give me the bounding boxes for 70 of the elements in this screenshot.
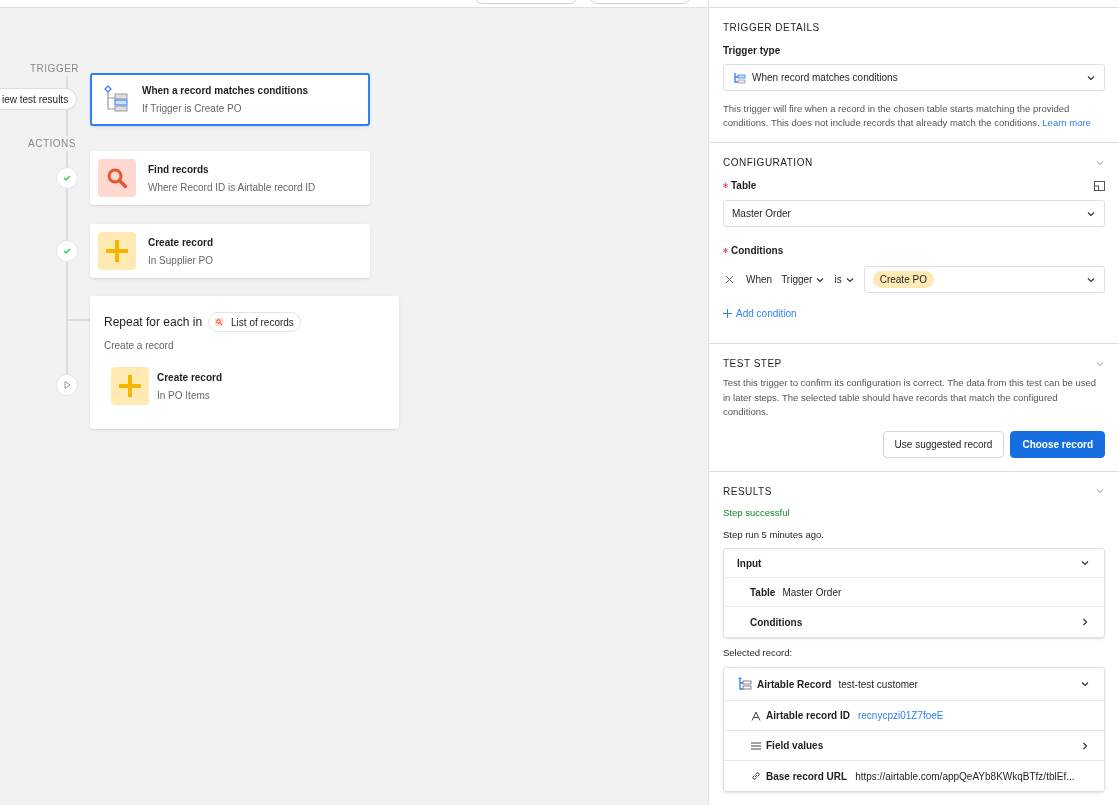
trigger-icon xyxy=(104,84,130,115)
learn-more-link[interactable]: Learn more xyxy=(1042,117,1091,128)
loop-card[interactable]: Repeat for each in List of records Create a record Create record In PO Items xyxy=(90,296,399,429)
conditions-row[interactable]: Conditions xyxy=(750,614,803,630)
field-key: Airtable record ID xyxy=(766,708,850,724)
step-subtitle: In PO Items xyxy=(157,388,211,403)
step-subtitle: In Supplier PO xyxy=(148,253,214,268)
record-id-link[interactable]: recnycpzi01Z7foeE xyxy=(857,708,944,724)
run-time-text: Step run 5 minutes ago. xyxy=(723,527,825,542)
required-icon xyxy=(723,183,728,188)
step-subtitle: Where Record ID is Airtable record ID xyxy=(148,180,316,195)
record-title: Airtable Record xyxy=(757,677,832,692)
field-label: Conditions xyxy=(731,244,784,258)
loop-title: Repeat for each in xyxy=(104,314,203,331)
field-value: Master Order xyxy=(782,585,842,600)
step-title: Find records xyxy=(148,162,210,177)
table-select[interactable]: Master Order xyxy=(723,200,1105,227)
loop-subtitle: Create a record xyxy=(104,339,175,353)
section-heading: TRIGGER DETAILS xyxy=(723,21,820,35)
field-key: Base record URL xyxy=(766,768,848,784)
chevron-right-icon xyxy=(1080,740,1090,751)
operator-dropdown[interactable]: is xyxy=(834,272,855,287)
plus-icon xyxy=(723,309,732,318)
trigger-icon xyxy=(732,71,746,84)
expand-icon xyxy=(1094,180,1105,191)
value-select[interactable]: Create PO xyxy=(863,266,1105,293)
suggested-record-button[interactable]: Use suggested record xyxy=(882,430,1005,458)
trigger-card[interactable]: When a record matches conditions If Trigger is Create PO xyxy=(90,73,370,126)
trigger-type-select[interactable]: When record matches conditions xyxy=(723,64,1105,91)
status-text: Step successful xyxy=(723,505,791,520)
close-icon xyxy=(723,275,734,284)
description-text: Test this trigger to confirm its configuration is correct. The data from this test can be used in later steps. The selected table should have records that match the configured conditions. xyxy=(723,376,1098,419)
description-text: This trigger will fire when a record in the chosen table starts matching the provided conditions. This does not include records that already match the conditions. Learn more xyxy=(723,102,1092,130)
section-heading: RESULTS xyxy=(723,484,772,499)
step-subtitle: If Trigger is Create PO xyxy=(142,102,243,116)
section-heading: CONFIGURATION xyxy=(723,156,813,170)
section-label: TRIGGER xyxy=(30,61,80,76)
choose-record-button[interactable]: Choose record xyxy=(1010,430,1105,458)
field-key[interactable]: Field values xyxy=(766,738,824,754)
record-name: test-test customer xyxy=(838,677,918,692)
search-icon xyxy=(215,318,224,326)
link-icon xyxy=(751,771,761,782)
field-key: Table xyxy=(750,584,776,600)
step-title: Create record xyxy=(157,370,223,385)
text-field-icon xyxy=(751,710,761,721)
step-card[interactable]: Create record In Supplier PO xyxy=(90,224,370,278)
field-label: Trigger type xyxy=(723,44,782,58)
input-header[interactable]: Input xyxy=(737,555,762,571)
selected-record-label: Selected record: xyxy=(723,646,794,660)
chevron-right-icon xyxy=(1080,617,1090,627)
add-condition-button[interactable]: Add condition xyxy=(723,306,797,321)
plus-icon xyxy=(98,232,136,270)
search-icon xyxy=(98,159,136,197)
plus-icon xyxy=(111,367,149,405)
section-label: ACTIONS xyxy=(28,136,76,151)
section-heading: TEST STEP xyxy=(723,357,782,371)
value-tag: Create PO xyxy=(872,271,934,288)
url-text: https://airtable.com/appQeAYb8KWkqBTfz/tblEf... xyxy=(855,769,1075,784)
record-icon xyxy=(737,677,753,692)
condition-label: When xyxy=(746,273,773,287)
menu-icon xyxy=(751,740,761,751)
step-card[interactable]: Find records Where Record ID is Airtable record ID xyxy=(90,151,370,205)
view-results-button[interactable]: iew test results xyxy=(0,88,78,110)
field-label: Table xyxy=(731,179,757,193)
field-dropdown[interactable]: Trigger xyxy=(781,272,826,287)
required-icon xyxy=(723,248,728,253)
chevron-down-icon xyxy=(1080,558,1090,568)
chevron-down-icon xyxy=(1095,486,1105,496)
step-title: When a record matches conditions xyxy=(142,84,309,98)
step-title: Create record xyxy=(148,235,214,250)
